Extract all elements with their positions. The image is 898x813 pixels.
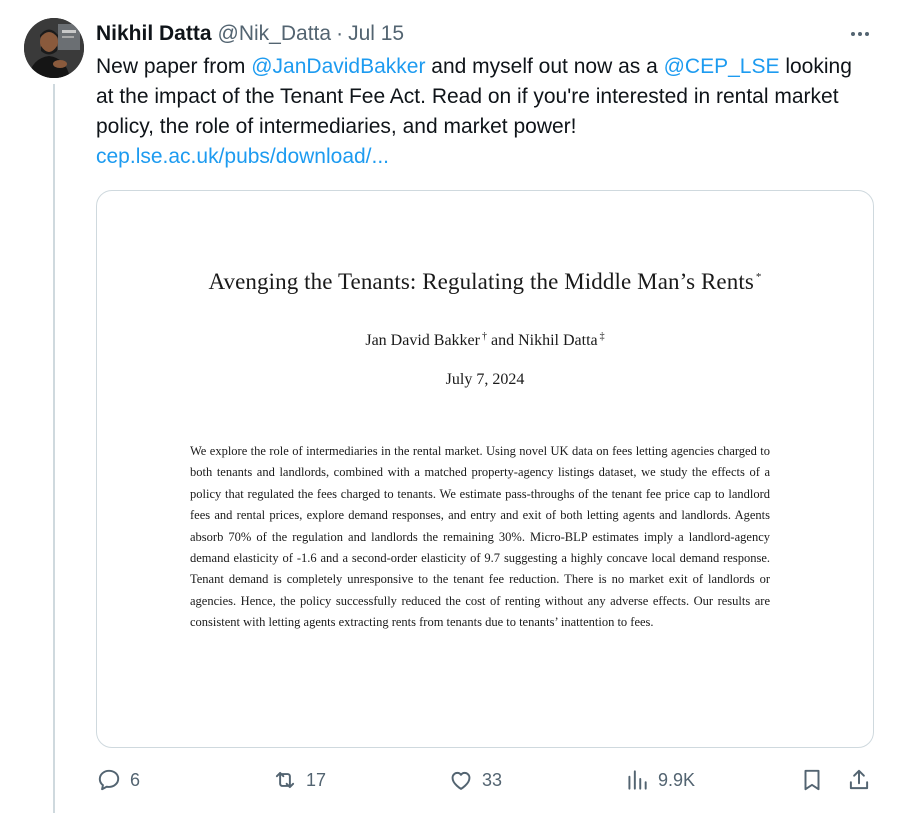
reply-count: 6 [130, 769, 141, 790]
views-button[interactable]: 9.9K [624, 762, 695, 798]
paper-author-2: Nikhil Datta [518, 332, 598, 349]
bookmark-button[interactable] [799, 762, 825, 798]
bookmark-icon [804, 769, 820, 791]
paper-author-1: Jan David Bakker [365, 332, 480, 349]
reply-button[interactable]: 6 [96, 762, 140, 798]
paper-image-card[interactable]: Avenging the Tenants: Regulating the Mid… [96, 190, 874, 748]
paper-date: July 7, 2024 [445, 371, 525, 388]
thread-connector-line [53, 84, 55, 813]
paper-title-text: Avenging the Tenants: Regulating the Mid… [208, 269, 754, 294]
share-icon [849, 769, 869, 790]
heart-icon [451, 771, 471, 790]
avatar-photo [24, 18, 84, 78]
paper-title: Avenging the Tenants: Regulating the Mid… [97, 269, 873, 295]
avatar[interactable] [24, 18, 84, 78]
paper-authors: Jan David Bakker † and Nikhil Datta ‡ [97, 331, 873, 350]
paper-authors-and: and [486, 332, 519, 349]
more-options-button[interactable] [842, 20, 878, 48]
author-handle[interactable]: @Nik_Datta [218, 22, 332, 46]
mention-jandavidbakker[interactable]: @JanDavidBakker [251, 55, 425, 78]
paper-abstract: We explore the role of intermediaries in… [190, 444, 770, 630]
views-count: 9.9K [658, 769, 696, 790]
repost-icon [275, 771, 295, 789]
like-count: 33 [482, 769, 503, 790]
repost-count: 17 [306, 769, 327, 790]
author-name[interactable]: Nikhil Datta [96, 22, 212, 46]
share-button[interactable] [846, 762, 872, 798]
mention-cep-lse[interactable]: @CEP_LSE [664, 55, 780, 78]
tweet-actions-bar: 6 17 33 9.9K [96, 762, 878, 798]
tweet-header: Nikhil Datta @Nik_Datta · Jul 15 [96, 20, 404, 48]
paper-author-2-mark: ‡ [599, 331, 605, 342]
paper-link[interactable]: cep.lse.ac.uk/pubs/download/... [96, 145, 389, 168]
repost-button[interactable]: 17 [272, 762, 326, 798]
paper-title-footnote-mark: * [755, 271, 762, 283]
like-button[interactable]: 33 [448, 762, 502, 798]
tweet-date[interactable]: Jul 15 [348, 22, 404, 46]
views-chart-icon [628, 770, 647, 790]
tweet-text-part-1: New paper from [96, 55, 252, 78]
header-separator: · [336, 22, 344, 45]
tweet-text: New paper from @JanDavidBakker and mysel… [96, 52, 866, 172]
tweet-text-part-2: and myself out now as a [425, 55, 664, 78]
more-horizontal-icon [851, 32, 869, 36]
reply-icon [98, 769, 120, 791]
